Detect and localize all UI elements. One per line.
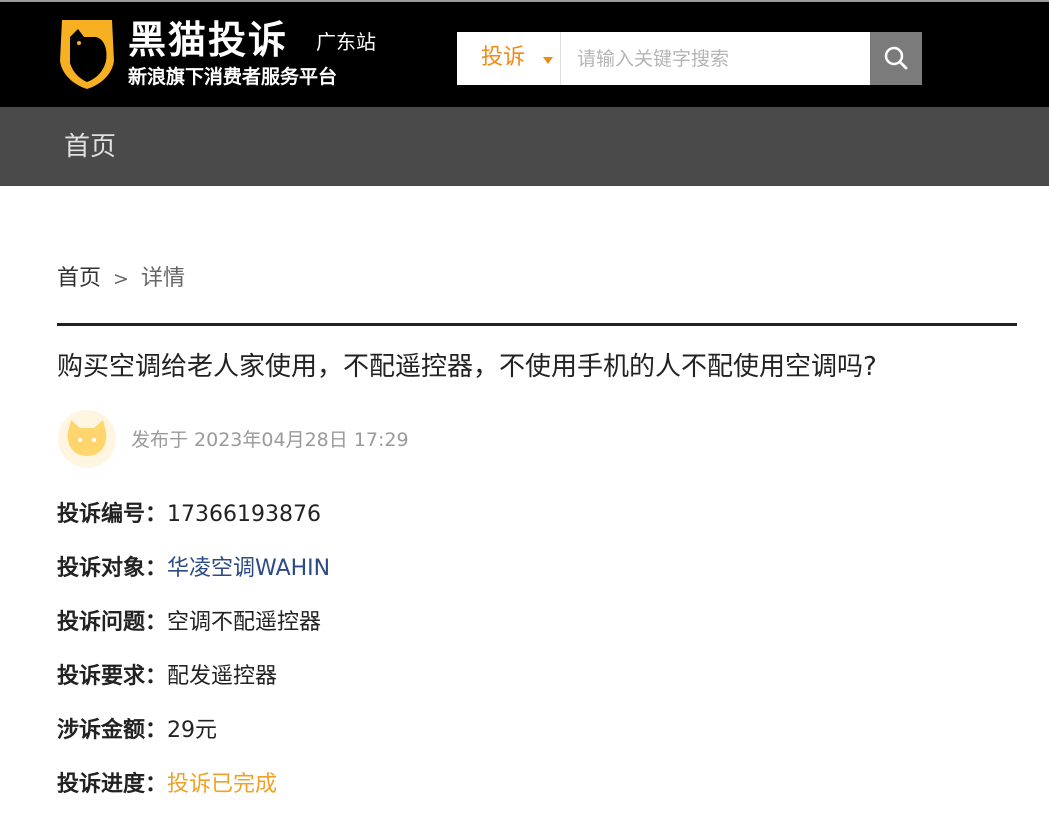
logo-slogan: 新浪旗下消费者服务平台 (128, 66, 338, 88)
field-label: 投诉对象： (57, 556, 168, 581)
breadcrumb: 首页 > 详情 (57, 264, 185, 294)
cat-avatar-icon (58, 410, 116, 468)
title-divider (57, 323, 1017, 326)
field-label: 投诉要求： (57, 664, 168, 689)
field-complaint-issue: 投诉问题：空调不配遥控器 (57, 607, 321, 639)
main-nav: 首页 (0, 107, 1049, 186)
field-value: 配发遥控器 (167, 664, 278, 689)
field-value: 空调不配遥控器 (167, 610, 322, 635)
search-bar: 投诉 (457, 32, 922, 85)
publish-date: 发布于 2023年04月28日 17:29 (131, 429, 409, 451)
search-type-label: 投诉 (481, 45, 526, 70)
field-label: 投诉进度： (57, 772, 168, 797)
complaint-title: 购买空调给老人家使用，不配遥控器，不使用手机的人不配使用空调吗? (57, 352, 877, 382)
station-label[interactable]: 广东站 (316, 29, 376, 55)
search-button[interactable] (870, 32, 922, 85)
breadcrumb-current: 详情 (140, 266, 185, 291)
search-type-dropdown[interactable]: 投诉 (457, 32, 561, 85)
field-complaint-target: 投诉对象：华凌空调WAHIN (57, 553, 330, 585)
field-complaint-request: 投诉要求：配发遥控器 (57, 661, 277, 693)
field-value: 29元 (167, 718, 218, 743)
field-value: 17366193876 (167, 502, 321, 527)
search-icon (884, 46, 908, 70)
search-input[interactable] (561, 32, 870, 85)
field-label: 投诉问题： (57, 610, 168, 635)
breadcrumb-home[interactable]: 首页 (57, 266, 101, 291)
black-cat-shield-icon[interactable] (56, 17, 118, 91)
status-badge: 投诉已完成 (167, 772, 278, 797)
field-amount: 涉诉金额：29元 (57, 715, 217, 747)
breadcrumb-separator: > (113, 268, 129, 290)
target-company-link[interactable]: 华凌空调WAHIN (167, 556, 330, 581)
nav-item-home[interactable]: 首页 (64, 131, 116, 163)
site-header: 黑猫投诉 广东站 新浪旗下消费者服务平台 投诉 (0, 2, 1049, 107)
logo-title[interactable]: 黑猫投诉 (128, 16, 288, 64)
caret-down-icon (543, 57, 553, 64)
field-complaint-number: 投诉编号：17366193876 (57, 499, 321, 531)
field-progress: 投诉进度：投诉已完成 (57, 769, 277, 801)
field-label: 涉诉金额： (57, 718, 168, 743)
field-label: 投诉编号： (57, 502, 168, 527)
